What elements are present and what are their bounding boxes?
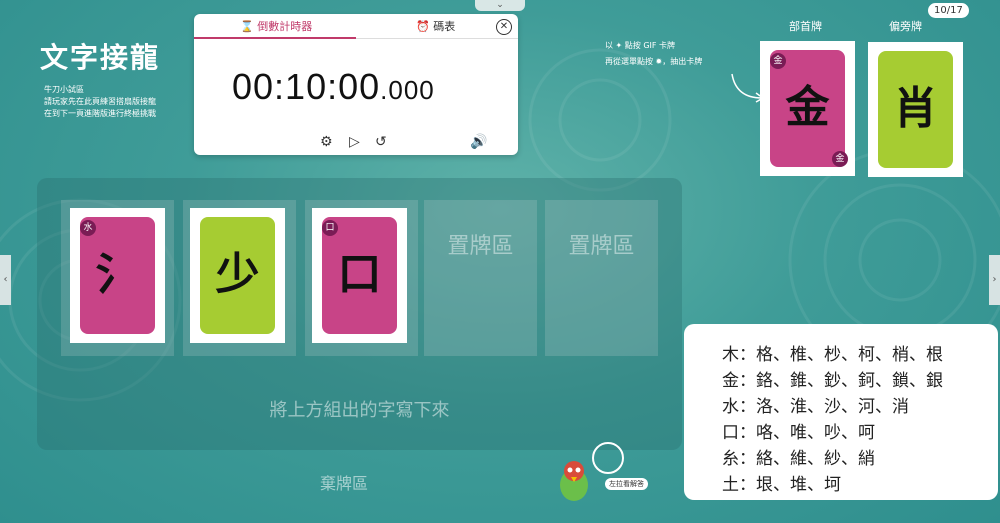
reveal-answer-label: 左拉看解答 — [605, 478, 648, 490]
board-card-char: 口 — [337, 249, 382, 300]
side-card[interactable]: 肖 — [868, 42, 963, 177]
card-slot-4[interactable]: 置牌區 — [424, 200, 537, 356]
side-label: 偏旁牌 — [889, 20, 922, 33]
board-card-badge: 水 — [80, 220, 96, 236]
mascot-icon — [560, 461, 588, 501]
play-icon[interactable]: ▷ — [349, 134, 360, 150]
board-card-badge: 口 — [322, 220, 338, 236]
sound-icon[interactable]: 🔊 — [470, 134, 487, 150]
card-slot-5[interactable]: 置牌區 — [545, 200, 658, 356]
side-card-char: 肖 — [893, 83, 938, 134]
tab-stopwatch[interactable]: ⏰ 碼表 — [416, 18, 455, 34]
timer-ms: .000 — [380, 75, 435, 105]
slot-placeholder: 置牌區 — [568, 234, 635, 259]
answer-row: 口：咯、唯、吵、呵 — [722, 423, 875, 443]
radical-badge-bottom: 金 — [832, 151, 848, 167]
answer-row: 土：垠、堆、坷 — [722, 475, 841, 495]
board-card-char: 少 — [215, 249, 260, 300]
hint-line-1: 以 ✦ 點按 GIF 卡牌 — [605, 41, 676, 50]
reveal-answer-handle[interactable] — [592, 442, 624, 474]
timer-panel: ⌛ 倒數計時器 ⏰ 碼表 ✕ 00:10:00.000 ⚙ ▷ ↺ 🔊 — [194, 14, 518, 155]
active-tab-indicator — [194, 37, 356, 39]
settings-icon[interactable]: ⚙ — [320, 134, 333, 150]
board-card-3[interactable]: 口 口 — [312, 208, 407, 343]
write-hint: 將上方組出的字寫下來 — [269, 400, 450, 421]
reset-icon[interactable]: ↺ — [375, 134, 387, 150]
tab-countdown[interactable]: ⌛ 倒數計時器 — [240, 18, 312, 34]
next-page-button[interactable]: › — [989, 255, 1000, 305]
desc-line-3: 在到下一頁進階版進行終極挑戰 — [44, 109, 156, 118]
hint-line-2: 再從選單點按 ✹，抽出卡牌 — [605, 57, 703, 66]
radical-card-char: 金 — [785, 82, 830, 133]
answer-row: 木：格、椎、杪、柯、梢、根 — [722, 345, 943, 365]
board-card-1[interactable]: 氵 水 — [70, 208, 165, 343]
close-icon[interactable]: ✕ — [496, 19, 512, 35]
answer-row: 水：洛、淮、沙、河、消 — [722, 397, 909, 417]
timer-display: 00:10:00.000 — [232, 66, 435, 108]
radical-label: 部首牌 — [789, 20, 822, 33]
answer-row: 糸：絡、維、紗、綃 — [722, 449, 875, 469]
card-counter: 10/17 — [928, 3, 969, 18]
desc-line-2: 請玩家先在此頁練習搭扇版接龍 — [44, 97, 156, 106]
page-title: 文字接龍 — [40, 41, 161, 74]
timer-main: 00:10:00 — [232, 66, 381, 107]
answer-row: 金：鉻、錐、鈔、鈳、鎖、銀 — [722, 371, 943, 391]
board-card-2[interactable]: 少 — [190, 208, 285, 343]
collapse-toggle[interactable]: ⌄ — [475, 0, 525, 11]
answer-panel: 木：格、椎、杪、柯、梢、根 金：鉻、錐、鈔、鈳、鎖、銀 水：洛、淮、沙、河、消 … — [684, 324, 998, 500]
prev-page-button[interactable]: ‹ — [0, 255, 11, 305]
desc-line-1: 牛刀小試區 — [44, 85, 84, 94]
radical-badge-top: 金 — [770, 53, 786, 69]
slot-placeholder: 置牌區 — [447, 234, 514, 259]
radical-card[interactable]: 金 金 金 — [760, 41, 855, 176]
board-card-char: 氵 — [95, 249, 140, 300]
discard-area[interactable]: 棄牌區 — [320, 470, 368, 494]
